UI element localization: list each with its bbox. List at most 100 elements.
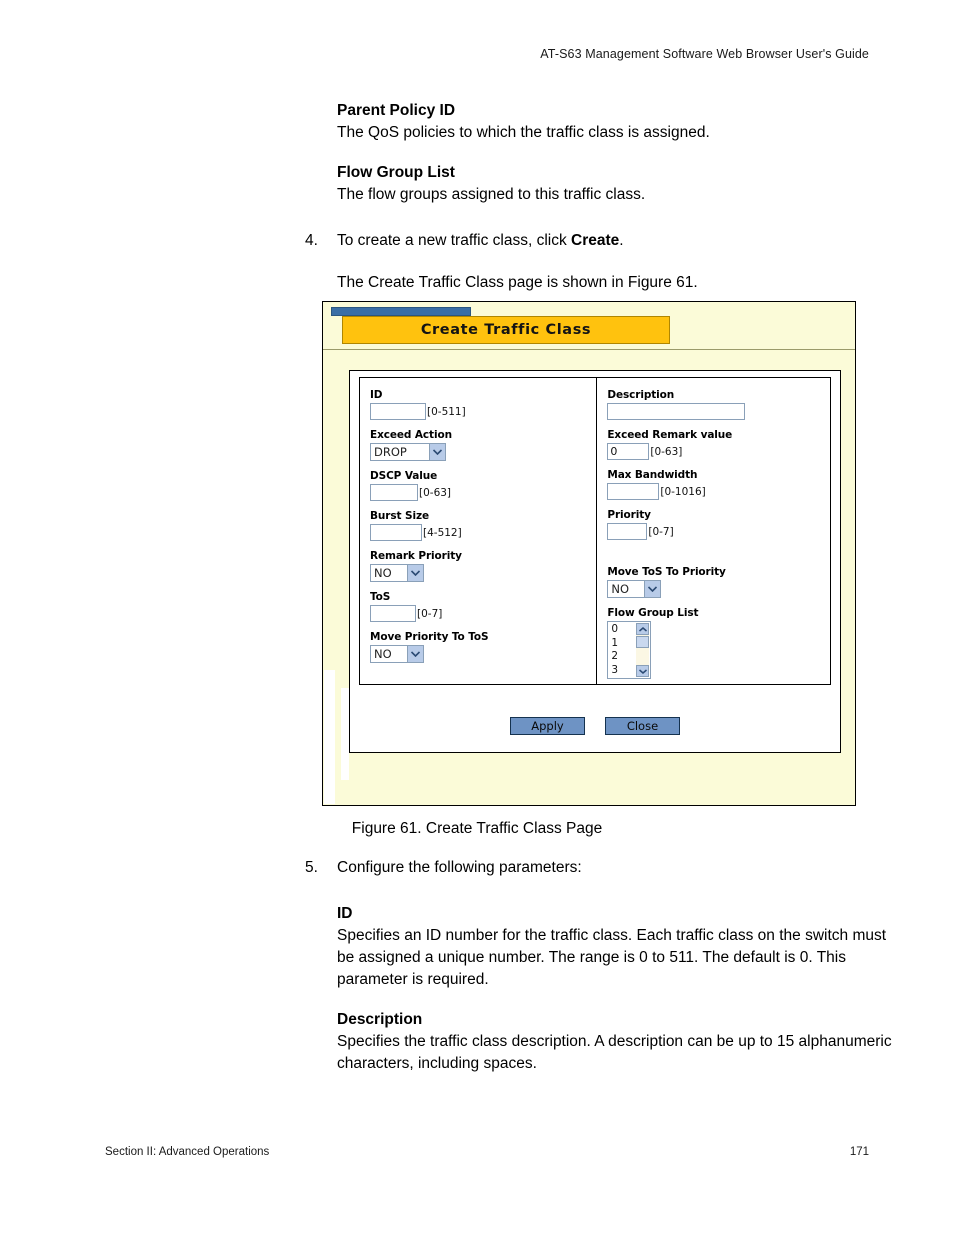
term-definition: The QoS policies to which the traffic cl…: [337, 124, 710, 141]
step-followup-text: The Create Traffic Class page is shown i…: [337, 274, 698, 291]
label-priority: Priority: [607, 509, 651, 521]
step-item-4: 4. To create a new traffic class, click …: [305, 230, 885, 294]
term-definition: The flow groups assigned to this traffic…: [337, 186, 646, 203]
step-item-5: 5. Configure the following parameters:: [305, 857, 895, 879]
label-description: Description: [607, 389, 675, 401]
listbox-options[interactable]: 0 1 2 3: [609, 623, 636, 677]
field-priority: Priority [0-7]: [607, 509, 830, 540]
label-move-tos-to-priority: Move ToS To Priority: [607, 566, 726, 578]
input-description[interactable]: [607, 403, 746, 420]
field-move-priority-to-tos: Move Priority To ToS NO: [370, 631, 596, 663]
definition-parent-policy-id: Parent Policy ID The QoS policies to whi…: [305, 100, 885, 144]
footer-page-number: 171: [849, 1146, 869, 1158]
field-max-bandwidth: Max Bandwidth [0-1016]: [607, 469, 830, 500]
list-item[interactable]: 0: [611, 623, 636, 637]
select-value: NO: [374, 566, 392, 580]
step-body: Configure the following parameters:: [337, 857, 895, 879]
range-dscp-value: [0-63]: [419, 486, 452, 499]
apply-button[interactable]: Apply: [510, 717, 585, 735]
scrollbar[interactable]: [636, 623, 650, 677]
form-card: ID [0-511] Exceed Action DROP DSCP Value…: [349, 370, 841, 753]
select-value: DROP: [374, 445, 407, 459]
figure-61: Create Traffic Class ID [0-511] Exceed A…: [322, 301, 856, 806]
right-parameter-column: Description Exceed Remark value 0 [0-63]: [597, 378, 830, 684]
label-burst-size: Burst Size: [370, 510, 429, 522]
field-exceed-remark-value: Exceed Remark value 0 [0-63]: [607, 429, 830, 460]
definition-flow-group-list: Flow Group List The flow groups assigned…: [305, 162, 885, 206]
window-left-margin: [324, 670, 335, 804]
range-id: [0-511]: [427, 405, 466, 418]
field-dscp-value: DSCP Value [0-63]: [370, 470, 596, 501]
field-move-tos-to-priority: Move ToS To Priority NO: [607, 566, 830, 598]
label-remark-priority: Remark Priority: [370, 550, 462, 562]
label-max-bandwidth: Max Bandwidth: [607, 469, 698, 481]
field-row: [0-1016]: [607, 483, 830, 500]
label-tos: ToS: [370, 591, 391, 603]
scroll-down-icon[interactable]: [636, 665, 650, 677]
field-row: [0-7]: [370, 605, 596, 622]
figure-caption: Figure 61. Create Traffic Class Page: [351, 820, 603, 837]
field-row: [0-7]: [607, 523, 830, 540]
definition-id: ID Specifies an ID number for the traffi…: [305, 903, 895, 991]
field-flow-group-list: Flow Group List 0 1 2 3: [607, 607, 830, 679]
list-item[interactable]: 1: [611, 637, 636, 651]
range-max-bandwidth: [0-1016]: [660, 485, 706, 498]
select-value: NO: [374, 647, 392, 661]
definition-description: Description Specifies the traffic class …: [305, 1009, 895, 1075]
label-flow-group-list: Flow Group List: [607, 607, 699, 619]
select-remark-priority[interactable]: NO: [370, 564, 424, 582]
page-footer: Section II: Advanced Operations 171: [105, 1146, 869, 1158]
list-item[interactable]: 2: [611, 650, 636, 664]
input-priority[interactable]: [607, 523, 648, 540]
range-tos: [0-7]: [417, 607, 443, 620]
field-row: [0-63]: [370, 484, 596, 501]
step-text-before: To create a new traffic class, click: [337, 232, 572, 249]
input-id[interactable]: [370, 403, 426, 420]
title-accent-bar: [331, 307, 471, 316]
input-tos[interactable]: [370, 605, 416, 622]
parameters-fieldset: ID [0-511] Exceed Action DROP DSCP Value…: [359, 377, 831, 685]
input-dscp-value[interactable]: [370, 484, 418, 501]
listbox-flow-group-list[interactable]: 0 1 2 3: [607, 621, 652, 679]
range-exceed-remark-value: [0-63]: [650, 445, 683, 458]
window-titlebar: Create Traffic Class: [323, 302, 855, 350]
select-value: NO: [611, 582, 629, 596]
scrollbar-track[interactable]: [636, 648, 649, 665]
term-heading: ID: [337, 905, 353, 922]
select-move-priority-to-tos[interactable]: NO: [370, 645, 424, 663]
select-exceed-action[interactable]: DROP: [370, 443, 446, 461]
input-max-bandwidth[interactable]: [607, 483, 660, 500]
term-heading: Description: [337, 1011, 423, 1028]
label-id: ID: [370, 389, 383, 401]
create-traffic-class-window: Create Traffic Class ID [0-511] Exceed A…: [322, 301, 856, 806]
scroll-up-icon[interactable]: [636, 623, 650, 635]
select-move-tos-to-priority[interactable]: NO: [607, 580, 662, 598]
titlebar-divider: [323, 349, 855, 350]
chevron-down-icon[interactable]: [407, 565, 423, 581]
field-burst-size: Burst Size [4-512]: [370, 510, 596, 541]
list-item[interactable]: 3: [611, 664, 636, 678]
field-row: [0-511]: [370, 403, 596, 420]
chevron-down-icon[interactable]: [644, 581, 661, 597]
step-text-after: .: [619, 232, 624, 249]
running-header: AT-S63 Management Software Web Browser U…: [540, 47, 869, 61]
step-text: To create a new traffic class, click Cre…: [337, 230, 885, 252]
input-burst-size[interactable]: [370, 524, 422, 541]
page-title: Create Traffic Class: [420, 322, 592, 338]
chevron-down-icon[interactable]: [429, 444, 445, 460]
label-exceed-action: Exceed Action: [370, 429, 452, 441]
scrollbar-thumb[interactable]: [636, 636, 650, 648]
close-button[interactable]: Close: [605, 717, 680, 735]
field-row: [607, 403, 830, 420]
chevron-down-icon[interactable]: [407, 646, 423, 662]
upper-content: Parent Policy ID The QoS policies to whi…: [305, 100, 885, 294]
footer-section: Section II: Advanced Operations: [105, 1146, 270, 1158]
step-number: 5.: [305, 859, 318, 876]
step-number: 4.: [305, 232, 318, 249]
field-remark-priority: Remark Priority NO: [370, 550, 596, 582]
input-exceed-remark-value[interactable]: 0: [607, 443, 650, 460]
form-button-row: Apply Close: [350, 717, 840, 735]
